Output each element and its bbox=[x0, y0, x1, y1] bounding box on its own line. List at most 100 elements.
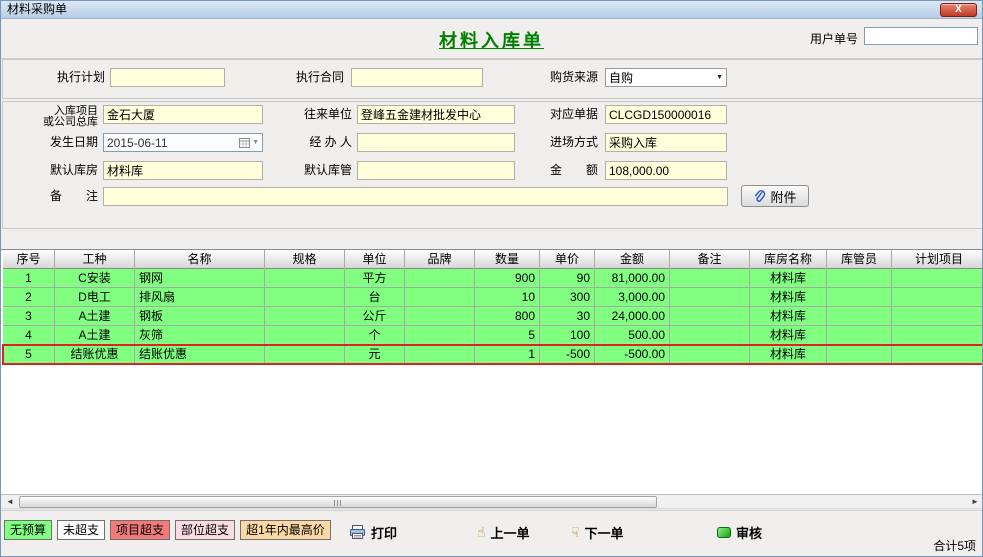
table-row[interactable]: 5 结账优惠 结账优惠元 1 -500 -500.00 材料库 bbox=[2, 344, 982, 365]
table-cell[interactable]: 800 bbox=[475, 307, 540, 326]
table-cell[interactable]: 1 bbox=[3, 269, 55, 288]
table-cell[interactable]: 结账优惠 bbox=[55, 345, 135, 364]
table-cell[interactable]: 元 bbox=[345, 345, 405, 364]
table-cell[interactable] bbox=[265, 307, 345, 326]
user-no-input[interactable] bbox=[864, 27, 978, 45]
table-cell[interactable]: C安装 bbox=[55, 269, 135, 288]
table-cell[interactable]: 3,000.00 bbox=[595, 288, 670, 307]
amount-input[interactable] bbox=[605, 161, 727, 180]
column-header[interactable]: 库房名称 bbox=[750, 250, 827, 269]
table-cell[interactable]: A土建 bbox=[55, 307, 135, 326]
table-cell[interactable]: 钢板 bbox=[135, 307, 265, 326]
table-cell[interactable]: 5 bbox=[3, 345, 55, 364]
date-picker[interactable]: 2015-06-11 ▼ bbox=[103, 133, 263, 152]
column-header[interactable]: 品牌 bbox=[405, 250, 475, 269]
table-cell[interactable] bbox=[265, 326, 345, 345]
handler-input[interactable] bbox=[357, 133, 515, 152]
table-cell[interactable] bbox=[670, 345, 750, 364]
attachment-button[interactable]: 附件 bbox=[741, 185, 809, 207]
table-cell[interactable]: 90 bbox=[540, 269, 595, 288]
table-cell[interactable]: 100 bbox=[540, 326, 595, 345]
table-row[interactable]: 3 A土建 钢板 公斤 800 30 24,000.00 材料库 bbox=[3, 307, 982, 326]
project-input[interactable] bbox=[103, 105, 263, 124]
table-cell[interactable] bbox=[892, 345, 982, 364]
table-cell[interactable] bbox=[670, 269, 750, 288]
table-cell[interactable]: 81,000.00 bbox=[595, 269, 670, 288]
table-cell[interactable] bbox=[827, 326, 892, 345]
table-cell[interactable]: 10 bbox=[475, 288, 540, 307]
column-header[interactable]: 备注 bbox=[670, 250, 750, 269]
exec-plan-input[interactable] bbox=[110, 68, 225, 87]
table-cell[interactable]: 材料库 bbox=[750, 288, 827, 307]
table-cell[interactable]: 公斤 bbox=[345, 307, 405, 326]
table-cell[interactable] bbox=[892, 269, 982, 288]
column-header[interactable]: 序号 bbox=[3, 250, 55, 269]
previous-doc-button[interactable]: ☝ 上一单 bbox=[477, 522, 530, 542]
table-cell[interactable]: 3 bbox=[3, 307, 55, 326]
scroll-right-button[interactable]: ► bbox=[968, 496, 982, 508]
warehouse-input[interactable] bbox=[103, 161, 263, 180]
table-cell[interactable] bbox=[892, 307, 982, 326]
table-cell[interactable]: 结账优惠 bbox=[135, 345, 265, 364]
table-cell[interactable]: 1 bbox=[475, 345, 540, 364]
next-doc-button[interactable]: ☟ 下一单 bbox=[571, 522, 624, 542]
table-cell[interactable]: -500 bbox=[540, 345, 595, 364]
column-header[interactable]: 计划项目 bbox=[892, 250, 982, 269]
table-cell[interactable]: 排风扇 bbox=[135, 288, 265, 307]
purchase-source-select[interactable]: 自购 ▼ bbox=[605, 68, 727, 87]
table-cell[interactable]: 灰筛 bbox=[135, 326, 265, 345]
table-cell[interactable] bbox=[405, 269, 475, 288]
table-cell[interactable]: 900 bbox=[475, 269, 540, 288]
scrollbar-thumb[interactable] bbox=[19, 496, 657, 508]
table-cell[interactable]: 平方 bbox=[345, 269, 405, 288]
column-header[interactable]: 数量 bbox=[475, 250, 540, 269]
ref-doc-input[interactable] bbox=[605, 105, 727, 124]
table-cell[interactable] bbox=[265, 345, 345, 364]
table-row[interactable]: 4 A土建 灰筛 个 5 100 500.00 材料库 bbox=[3, 326, 982, 345]
table-row[interactable]: 2 D电工 排风扇 台 10 300 3,000.00 材料库 bbox=[3, 288, 982, 307]
column-header[interactable]: 金额 bbox=[595, 250, 670, 269]
table-cell[interactable] bbox=[405, 345, 475, 364]
exec-contract-input[interactable] bbox=[351, 68, 483, 87]
table-row[interactable]: 1 C安装 钢网 平方 900 90 81,000.00 材料库 bbox=[3, 269, 982, 288]
table-cell[interactable]: 材料库 bbox=[750, 326, 827, 345]
table-cell[interactable] bbox=[827, 307, 892, 326]
column-header[interactable]: 单位 bbox=[345, 250, 405, 269]
table-cell[interactable] bbox=[827, 269, 892, 288]
table-cell[interactable]: 钢网 bbox=[135, 269, 265, 288]
table-cell[interactable]: 500.00 bbox=[595, 326, 670, 345]
table-cell[interactable] bbox=[827, 345, 892, 364]
table-cell[interactable] bbox=[670, 326, 750, 345]
table-cell[interactable] bbox=[892, 288, 982, 307]
counterparty-input[interactable] bbox=[357, 105, 515, 124]
table-cell[interactable]: 材料库 bbox=[750, 269, 827, 288]
print-button[interactable]: 打印 bbox=[349, 522, 397, 542]
keeper-input[interactable] bbox=[357, 161, 515, 180]
column-header[interactable]: 库管员 bbox=[827, 250, 892, 269]
table-cell[interactable]: 5 bbox=[475, 326, 540, 345]
table-cell[interactable]: 个 bbox=[345, 326, 405, 345]
entry-mode-input[interactable] bbox=[605, 133, 727, 152]
table-cell[interactable]: 台 bbox=[345, 288, 405, 307]
table-cell[interactable] bbox=[405, 307, 475, 326]
table-cell[interactable] bbox=[892, 326, 982, 345]
column-header[interactable]: 规格 bbox=[265, 250, 345, 269]
table-cell[interactable] bbox=[405, 288, 475, 307]
column-header[interactable]: 单价 bbox=[540, 250, 595, 269]
close-button[interactable]: X bbox=[940, 3, 977, 17]
horizontal-scrollbar[interactable]: ◄ ► bbox=[1, 494, 982, 509]
table-cell[interactable]: -500.00 bbox=[595, 345, 670, 364]
column-header[interactable]: 工种 bbox=[55, 250, 135, 269]
table-cell[interactable] bbox=[265, 288, 345, 307]
table-cell[interactable]: A土建 bbox=[55, 326, 135, 345]
scroll-left-button[interactable]: ◄ bbox=[3, 496, 17, 508]
table-cell[interactable]: 材料库 bbox=[750, 307, 827, 326]
table-cell[interactable] bbox=[670, 288, 750, 307]
column-header[interactable]: 名称 bbox=[135, 250, 265, 269]
remark-input[interactable] bbox=[103, 187, 728, 206]
table-cell[interactable]: D电工 bbox=[55, 288, 135, 307]
table-cell[interactable] bbox=[827, 288, 892, 307]
table-cell[interactable]: 24,000.00 bbox=[595, 307, 670, 326]
table-cell[interactable] bbox=[405, 326, 475, 345]
table-cell[interactable]: 30 bbox=[540, 307, 595, 326]
